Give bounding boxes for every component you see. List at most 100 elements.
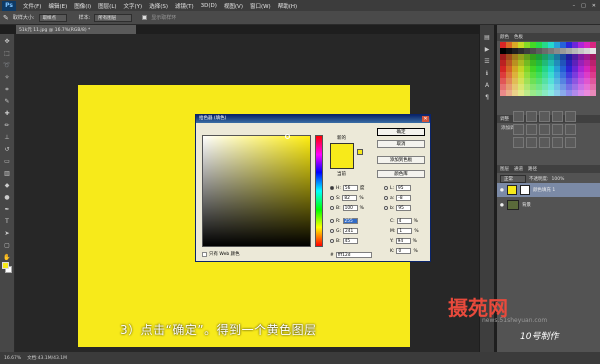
y-input[interactable]: 94 <box>395 238 411 244</box>
h-input[interactable]: 56 <box>342 185 358 191</box>
tab-layers[interactable]: 图层 <box>500 166 509 172</box>
eyedropper-icon[interactable]: ✎ <box>3 14 9 22</box>
quick-select-tool-icon[interactable]: ✧ <box>3 73 12 82</box>
radio-h[interactable] <box>330 186 334 190</box>
web-only-checkbox[interactable] <box>202 251 207 257</box>
marquee-tool-icon[interactable]: ⬚ <box>3 49 12 58</box>
radio-g[interactable] <box>330 229 334 233</box>
tab-paths[interactable]: 路径 <box>528 166 537 172</box>
adjust-threshold-icon[interactable] <box>552 137 563 148</box>
path-select-icon[interactable]: ➤ <box>3 229 12 238</box>
m-input[interactable]: 1 <box>397 228 413 234</box>
swatch-grid[interactable] <box>500 42 596 96</box>
add-to-swatches-button[interactable]: 添加到色板 <box>377 156 425 164</box>
maximize-icon[interactable]: □ <box>581 3 586 9</box>
gamut-warning-icon[interactable] <box>357 149 363 155</box>
blend-mode-select[interactable]: 正常 <box>500 175 526 183</box>
sample-size-select[interactable]: 取样点 <box>38 13 67 22</box>
adjust-hue-icon[interactable] <box>513 124 524 135</box>
adjust-bw-icon[interactable] <box>539 124 550 135</box>
menu-select[interactable]: 选择(S) <box>149 2 168 10</box>
radio-b[interactable] <box>330 206 334 210</box>
dialog-close-icon[interactable]: ✕ <box>422 116 429 122</box>
s-input[interactable]: 82 <box>342 195 358 201</box>
gradient-tool-icon[interactable]: ▥ <box>3 169 12 178</box>
hand-tool-icon[interactable]: ✋ <box>3 253 12 262</box>
menu-help[interactable]: 帮助(H) <box>278 2 297 10</box>
a-input[interactable]: -8 <box>396 195 412 201</box>
adjust-lookup-icon[interactable] <box>513 137 524 148</box>
blur-tool-icon[interactable]: ◆ <box>3 181 12 190</box>
stamp-tool-icon[interactable]: ⊥ <box>3 133 12 142</box>
shape-tool-icon[interactable]: ▢ <box>3 241 12 250</box>
adjust-photofilter-icon[interactable] <box>552 124 563 135</box>
minimize-icon[interactable]: – <box>573 3 576 9</box>
type-tool-icon[interactable]: T <box>3 217 12 226</box>
lasso-tool-icon[interactable]: ➰ <box>3 61 12 70</box>
menu-image[interactable]: 图像(I) <box>74 2 91 10</box>
crop-tool-icon[interactable]: ⌗ <box>3 85 12 94</box>
paragraph-panel-icon[interactable]: ¶ <box>483 93 492 102</box>
menu-layer[interactable]: 图层(L) <box>98 2 116 10</box>
menu-3d[interactable]: 3D(D) <box>201 3 217 9</box>
menu-view[interactable]: 视图(V) <box>224 2 243 10</box>
g-input[interactable]: 241 <box>343 228 359 234</box>
radio-s[interactable] <box>330 196 334 200</box>
adjust-balance-icon[interactable] <box>526 124 537 135</box>
adjust-curves-icon[interactable] <box>539 111 550 122</box>
tab-channels[interactable]: 通道 <box>514 166 523 172</box>
eye-icon[interactable]: ● <box>500 203 504 208</box>
saturation-brightness-field[interactable] <box>202 134 311 247</box>
eye-icon[interactable]: ● <box>500 188 504 193</box>
healing-tool-icon[interactable]: ✚ <box>3 109 12 118</box>
eyedropper-tool-icon[interactable]: ✎ <box>3 97 12 106</box>
close-icon[interactable]: ✕ <box>592 3 596 9</box>
show-ring-checkbox[interactable] <box>142 15 148 20</box>
tab-swatches[interactable]: 色板 <box>514 34 523 40</box>
adjust-exposure-icon[interactable] <box>552 111 563 122</box>
radio-r[interactable] <box>330 219 334 223</box>
foreground-color-swatch[interactable] <box>2 262 9 269</box>
k-input[interactable]: 0 <box>396 248 412 254</box>
adjust-vibrance-icon[interactable] <box>565 111 576 122</box>
history-brush-icon[interactable]: ↺ <box>3 145 12 154</box>
pen-tool-icon[interactable]: ✒ <box>3 205 12 214</box>
document-tab[interactable]: 51k元 11.jpg @ 16.7%(RGB/8) * <box>16 25 136 34</box>
tab-adjustments[interactable]: 调整 <box>500 116 509 122</box>
move-tool-icon[interactable]: ✥ <box>3 37 12 46</box>
l-input[interactable]: 95 <box>396 185 412 191</box>
adjust-selective-icon[interactable] <box>565 137 576 148</box>
layer-row-fill[interactable]: ● 颜色填充 1 <box>497 183 600 197</box>
cancel-button[interactable]: 取消 <box>377 140 425 148</box>
adjust-brightness-icon[interactable] <box>513 111 524 122</box>
brush-tool-icon[interactable]: ✏ <box>3 121 12 130</box>
radio-l[interactable] <box>384 186 388 190</box>
history-panel-icon[interactable]: ▤ <box>483 33 492 42</box>
menu-edit[interactable]: 编辑(E) <box>48 2 67 10</box>
color-libraries-button[interactable]: 颜色库 <box>377 170 425 178</box>
properties-panel-icon[interactable]: ☰ <box>483 57 492 66</box>
character-panel-icon[interactable]: A <box>483 81 492 90</box>
c-input[interactable]: 4 <box>396 218 412 224</box>
eraser-tool-icon[interactable]: ▭ <box>3 157 12 166</box>
radio-a[interactable] <box>384 196 388 200</box>
lab-b-input[interactable]: 95 <box>396 205 412 211</box>
adjust-invert-icon[interactable] <box>526 137 537 148</box>
radio-lab-b[interactable] <box>384 206 388 210</box>
menu-file[interactable]: 文件(F) <box>23 2 41 10</box>
radio-blue[interactable] <box>330 239 334 243</box>
adjust-mixer-icon[interactable] <box>565 124 576 135</box>
adjust-levels-icon[interactable] <box>526 111 537 122</box>
swatch-cell[interactable] <box>590 90 596 96</box>
adjust-posterize-icon[interactable] <box>539 137 550 148</box>
hue-slider[interactable] <box>315 135 323 247</box>
menu-window[interactable]: 窗口(W) <box>250 2 271 10</box>
menu-type[interactable]: 文字(Y) <box>124 2 143 10</box>
actions-panel-icon[interactable]: ▶ <box>483 45 492 54</box>
menu-filter[interactable]: 滤镜(T) <box>175 2 194 10</box>
zoom-level[interactable]: 16.67% <box>4 356 21 361</box>
tab-color[interactable]: 颜色 <box>500 34 509 40</box>
info-panel-icon[interactable]: ℹ <box>483 69 492 78</box>
r-input[interactable]: 255 <box>342 218 358 224</box>
blue-input[interactable]: 45 <box>342 238 358 244</box>
